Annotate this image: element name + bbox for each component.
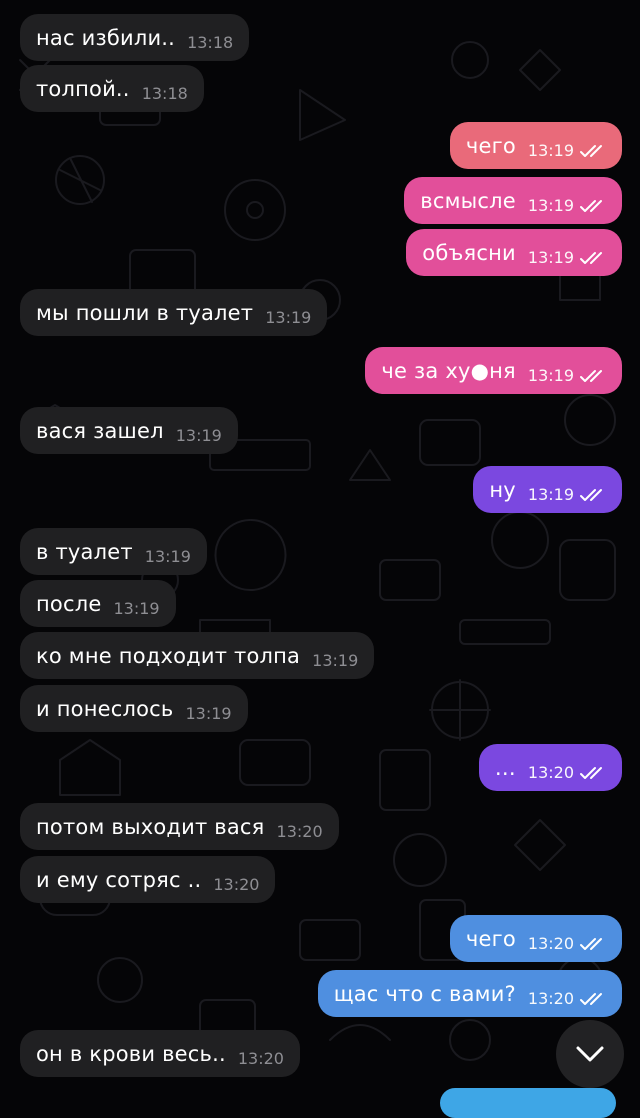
message-bubble[interactable]: чего 13:19 — [449, 122, 622, 169]
message-text: чего — [465, 926, 516, 951]
message-text: ко мне подходит толпа — [36, 643, 301, 668]
message-time: 13:19 — [113, 599, 160, 618]
message-time: 13:19 — [144, 547, 191, 566]
chevron-down-icon — [576, 1046, 604, 1062]
message-bubble[interactable]: ко мне подходит толпа 13:19 — [20, 632, 375, 679]
message-bubble[interactable]: … 13:20 — [478, 744, 622, 791]
message-bubble[interactable]: щас что с вами? 13:20 — [317, 970, 622, 1017]
message-time: 13:19 — [527, 485, 574, 504]
message-time: 13:20 — [527, 763, 574, 782]
message-text: после — [36, 591, 102, 616]
message-bubble[interactable]: в туалет 13:19 — [20, 528, 207, 575]
message-text: потом выходит вася — [36, 814, 265, 839]
message-bubble[interactable]: че за ху●ня 13:19 — [365, 347, 622, 394]
message-bubble[interactable]: ну 13:19 — [473, 466, 622, 513]
message-text: щас что с вами? — [333, 981, 516, 1006]
message-bubble[interactable]: и понеслось 13:19 — [20, 685, 248, 732]
message-text: и ему сотряс .. — [36, 867, 202, 892]
message-bubble[interactable]: чего 13:20 — [449, 915, 622, 962]
message-bubble[interactable]: он в крови весь.. 13:20 — [20, 1030, 300, 1077]
message-text: и понеслось — [36, 696, 174, 721]
message-text: мы пошли в туалет — [36, 300, 254, 325]
message-time: 13:20 — [527, 934, 574, 953]
double-check-icon — [580, 369, 602, 382]
message-text: … — [494, 755, 516, 780]
message-time: 13:18 — [141, 84, 188, 103]
message-bubble[interactable]: мы пошли в туалет 13:19 — [20, 289, 328, 336]
message-time: 13:20 — [276, 822, 323, 841]
double-check-icon — [580, 199, 602, 212]
double-check-icon — [580, 488, 602, 501]
message-text: всмысле — [420, 188, 516, 213]
message-text: нас избили.. — [36, 25, 176, 50]
message-text: толпой.. — [36, 76, 130, 101]
message-text: в туалет — [36, 539, 133, 564]
message-bubble[interactable]: и ему сотряс .. 13:20 — [20, 856, 276, 903]
message-text: он в крови весь.. — [36, 1041, 226, 1066]
message-bubble[interactable]: объясни 13:19 — [406, 229, 622, 276]
message-time: 13:20 — [527, 989, 574, 1008]
message-bubble[interactable]: нас избили.. 13:18 — [20, 14, 250, 61]
message-text: чего — [465, 133, 516, 158]
message-time: 13:19 — [265, 308, 312, 327]
message-time: 13:18 — [187, 33, 234, 52]
scroll-to-bottom-button[interactable] — [556, 1020, 624, 1088]
message-time: 13:20 — [237, 1049, 284, 1068]
message-time: 13:20 — [213, 875, 260, 894]
message-text: объясни — [422, 240, 516, 265]
message-text: вася зашел — [36, 418, 164, 443]
message-bubble[interactable]: всмысле 13:19 — [404, 177, 622, 224]
message-time: 13:19 — [527, 196, 574, 215]
double-check-icon — [580, 766, 602, 779]
message-time: 13:19 — [312, 651, 359, 670]
message-text: ну — [489, 477, 516, 502]
double-check-icon — [580, 992, 602, 1005]
message-time: 13:19 — [185, 704, 232, 723]
message-time: 13:19 — [175, 426, 222, 445]
message-time: 13:19 — [527, 248, 574, 267]
message-bubble[interactable]: толпой.. 13:18 — [20, 65, 204, 112]
message-bubble[interactable]: вася зашел 13:19 — [20, 407, 238, 454]
message-time: 13:19 — [527, 366, 574, 385]
message-bubble[interactable]: потом выходит вася 13:20 — [20, 803, 339, 850]
message-time: 13:19 — [527, 141, 574, 160]
double-check-icon — [580, 144, 602, 157]
double-check-icon — [580, 251, 602, 264]
partial-message-bubble — [440, 1088, 616, 1118]
message-text: че за ху●ня — [381, 358, 516, 383]
double-check-icon — [580, 937, 602, 950]
message-bubble[interactable]: после 13:19 — [20, 580, 176, 627]
